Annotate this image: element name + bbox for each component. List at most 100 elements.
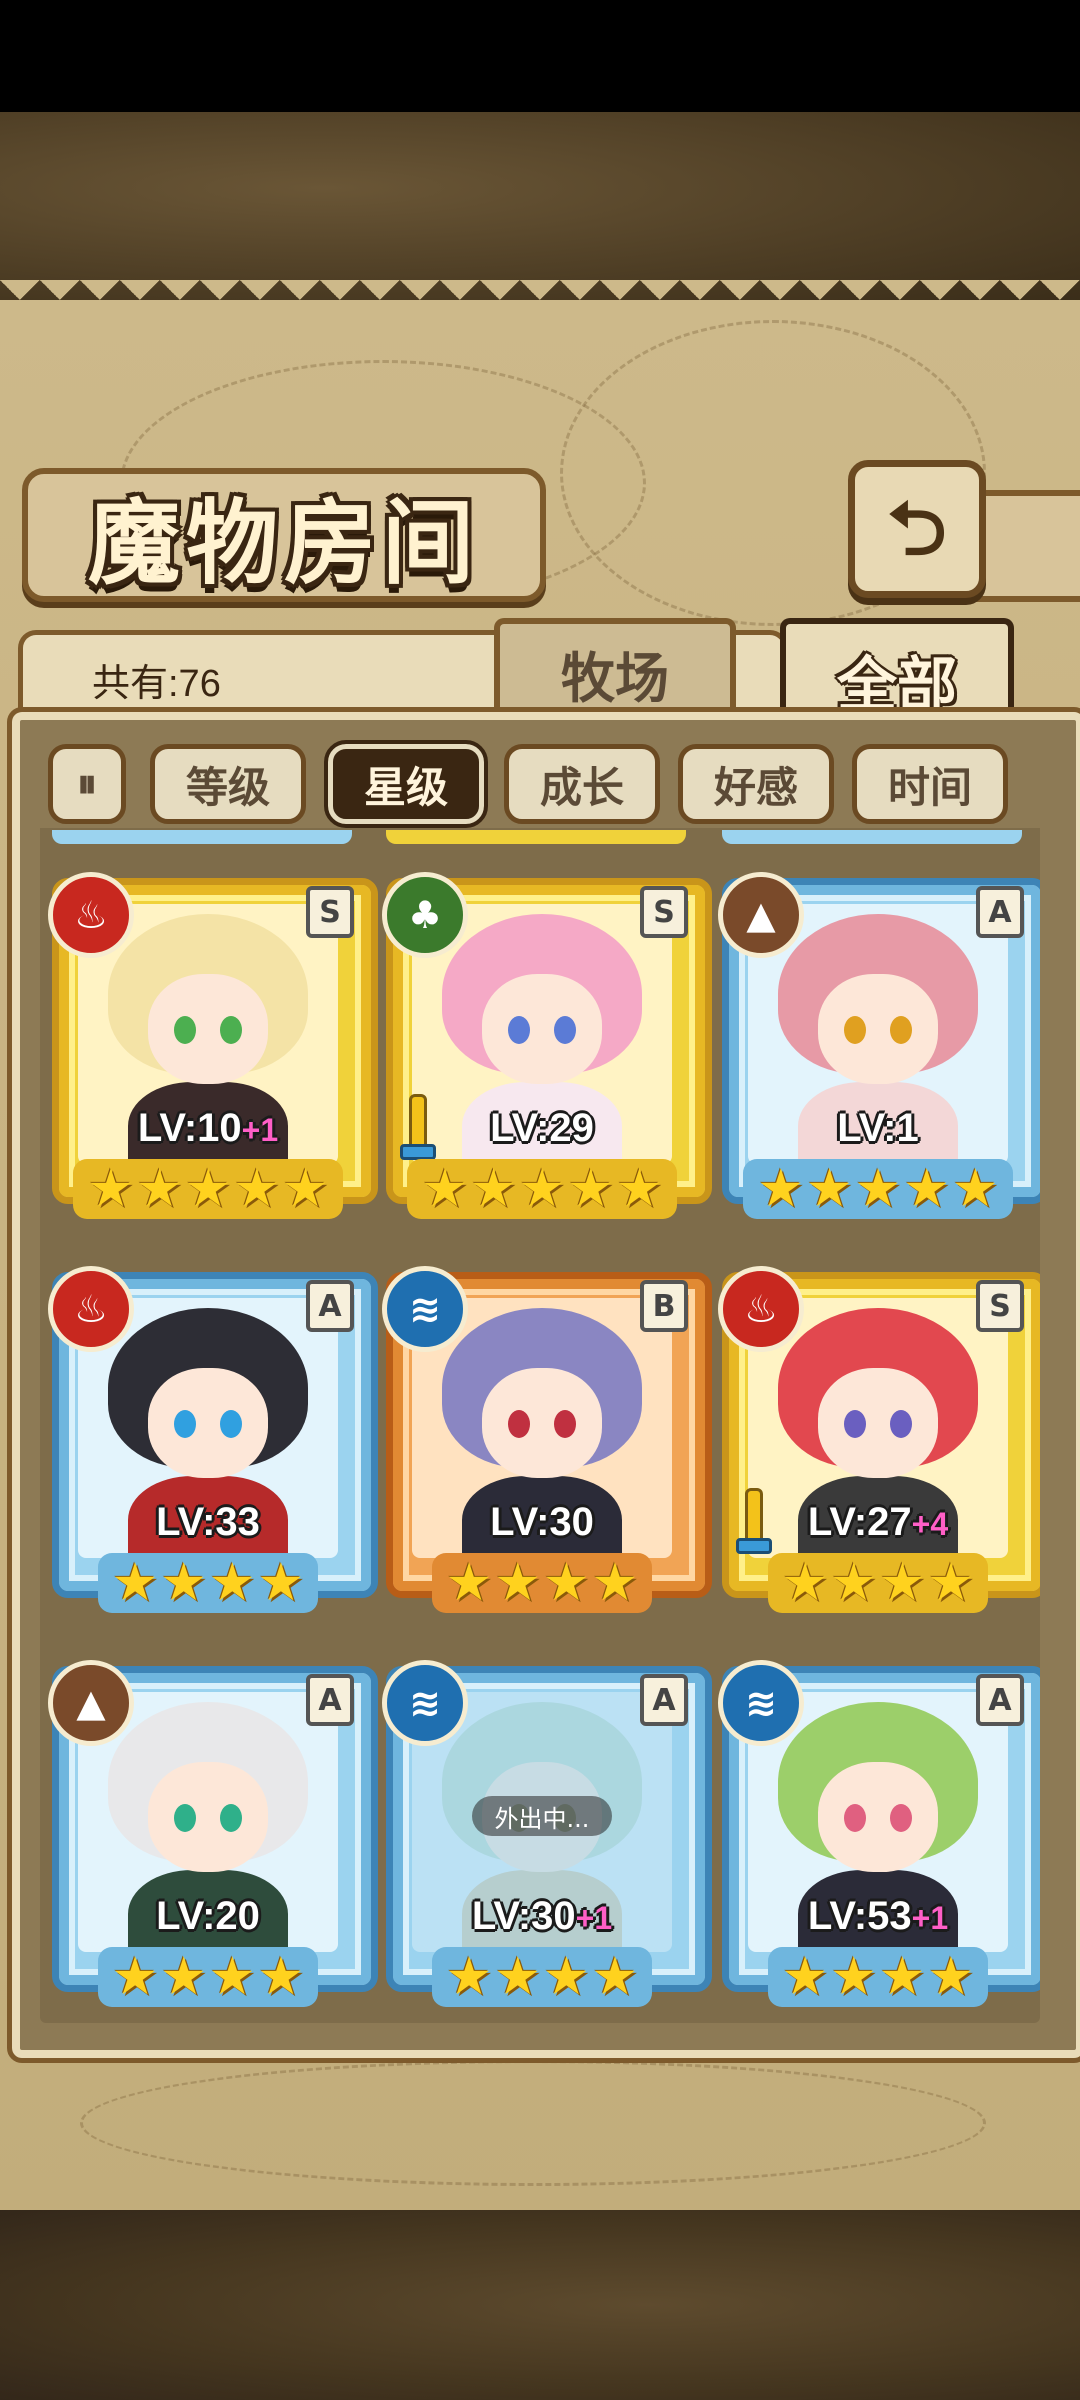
star-icon: ★ (781, 1947, 829, 2007)
star-icon: ★ (781, 1553, 829, 1613)
rank-badge: A (640, 1674, 688, 1726)
star-rating: ★ ★ ★ ★ ★ (52, 1154, 364, 1224)
rank-badge: B (640, 1280, 688, 1332)
partial-card-top (52, 830, 352, 844)
partial-card-top (386, 830, 686, 844)
level-bonus: +1 (575, 1900, 613, 1936)
fire-element-icon: ♨ (48, 1266, 134, 1352)
level-bonus: +1 (911, 1900, 949, 1936)
level-label: LV:10+1 (52, 1106, 364, 1151)
star-icon: ★ (257, 1553, 305, 1613)
level-label: LV:30+1 (386, 1894, 698, 1939)
star-icon: ★ (111, 1947, 159, 2007)
star-icon: ★ (830, 1947, 877, 2007)
rank-badge: A (976, 886, 1024, 938)
rank-badge: A (306, 1280, 354, 1332)
star-icon: ★ (445, 1947, 493, 2007)
sort-level-button[interactable]: 等级 (150, 744, 306, 824)
star-icon: ★ (591, 1947, 639, 2007)
star-icon: ★ (184, 1159, 232, 1219)
star-rating: ★ ★ ★ ★ (722, 1942, 1034, 2012)
title-plate: 魔物房间 (22, 468, 546, 602)
star-icon: ★ (160, 1947, 207, 2007)
rank-badge: S (640, 886, 688, 938)
star-rating: ★ ★ ★ ★ (386, 1548, 698, 1618)
star-icon: ★ (136, 1159, 183, 1219)
page-title: 魔物房间 (87, 489, 480, 597)
level-label: LV:33 (52, 1500, 364, 1545)
monster-card[interactable]: ♨ S LV:27+4 ★ ★ ★ ★ (718, 1266, 1040, 1632)
level-value: LV:1 (837, 1106, 919, 1150)
back-rail (972, 490, 1080, 602)
star-icon: ★ (830, 1553, 877, 1613)
level-label: LV:53+1 (722, 1894, 1034, 1939)
sort-star-button[interactable]: 星级 (324, 740, 488, 828)
monster-card[interactable]: ♨ A LV:33 ★ ★ ★ ★ (48, 1266, 378, 1632)
monster-count: 共有:76 (92, 663, 221, 705)
level-label: LV:27+4 (722, 1500, 1034, 1545)
back-button[interactable]: ⮌ (848, 460, 986, 598)
star-rating: ★ ★ ★ ★ (52, 1548, 364, 1618)
rank-badge: A (306, 1674, 354, 1726)
level-value: LV:33 (156, 1500, 260, 1544)
monster-card[interactable]: ▲ A LV:20 ★ ★ ★ ★ (48, 1660, 378, 2025)
water-element-icon: ≋ (718, 1660, 804, 1746)
earth-element-icon: ▲ (718, 872, 804, 958)
star-rating: ★ ★ ★ ★ ★ (722, 1154, 1034, 1224)
star-icon: ★ (591, 1553, 639, 1613)
star-icon: ★ (757, 1159, 805, 1219)
monster-card[interactable]: ≋ B LV:30 ★ ★ ★ ★ (382, 1266, 712, 1632)
star-icon: ★ (903, 1159, 950, 1219)
star-icon: ★ (494, 1947, 541, 2007)
star-icon: ★ (445, 1553, 493, 1613)
monster-card[interactable]: ♨ S LV:10+1 ★ ★ ★ ★ ★ (48, 872, 378, 1238)
level-value: LV:29 (490, 1106, 594, 1150)
tab-pasture[interactable]: 牧场 (494, 618, 736, 722)
partial-card-top (722, 830, 1022, 844)
level-value: LV:27 (807, 1500, 912, 1544)
wood-element-icon: ♣ (382, 872, 468, 958)
level-bonus: +1 (241, 1112, 279, 1148)
level-label: LV:20 (52, 1894, 364, 1939)
back-arrow-icon: ⮌ (887, 486, 947, 572)
water-element-icon: ≋ (382, 1660, 468, 1746)
sort-order-toggle[interactable]: ⏸ (48, 744, 126, 824)
level-value: LV:30 (490, 1500, 594, 1544)
level-label: LV:30 (386, 1500, 698, 1545)
level-label: LV:29 (386, 1106, 698, 1151)
rank-badge: S (306, 886, 354, 938)
star-icon: ★ (567, 1159, 614, 1219)
monster-card[interactable]: ≋ A LV:53+1 ★ ★ ★ ★ (718, 1660, 1040, 2025)
monster-card[interactable]: ≋ A 外出中... LV:30+1 ★ ★ ★ ★ (382, 1660, 712, 2025)
sort-time-button[interactable]: 时间 (852, 744, 1008, 824)
star-icon: ★ (543, 1947, 590, 2007)
star-icon: ★ (854, 1159, 902, 1219)
map-background-bottom (0, 2210, 1080, 2400)
level-bonus: +4 (911, 1506, 949, 1542)
level-value: LV:20 (156, 1894, 260, 1938)
sort-affection-button[interactable]: 好感 (678, 744, 834, 824)
fire-element-icon: ♨ (718, 1266, 804, 1352)
star-icon: ★ (257, 1947, 305, 2007)
earth-element-icon: ▲ (48, 1660, 134, 1746)
level-value: LV:30 (471, 1894, 576, 1938)
monster-card[interactable]: ▲ A LV:1 ★ ★ ★ ★ ★ (718, 872, 1040, 1238)
star-rating: ★ ★ ★ ★ ★ (386, 1154, 698, 1224)
star-icon: ★ (209, 1553, 256, 1613)
away-status-label: 外出中... (472, 1796, 612, 1836)
star-rating: ★ ★ ★ ★ (386, 1942, 698, 2012)
level-value: LV:53 (807, 1894, 912, 1938)
star-icon: ★ (111, 1553, 159, 1613)
level-label: LV:1 (722, 1106, 1034, 1151)
star-icon: ★ (421, 1159, 469, 1219)
star-icon: ★ (879, 1947, 926, 2007)
rank-badge: S (976, 1280, 1024, 1332)
star-icon: ★ (927, 1553, 975, 1613)
star-icon: ★ (209, 1947, 256, 2007)
star-icon: ★ (543, 1553, 590, 1613)
monster-card[interactable]: ♣ S LV:29 ★ ★ ★ ★ ★ (382, 872, 712, 1238)
star-icon: ★ (281, 1159, 329, 1219)
sort-growth-button[interactable]: 成长 (504, 744, 660, 824)
water-element-icon: ≋ (382, 1266, 468, 1352)
level-value: LV:10 (137, 1106, 242, 1150)
